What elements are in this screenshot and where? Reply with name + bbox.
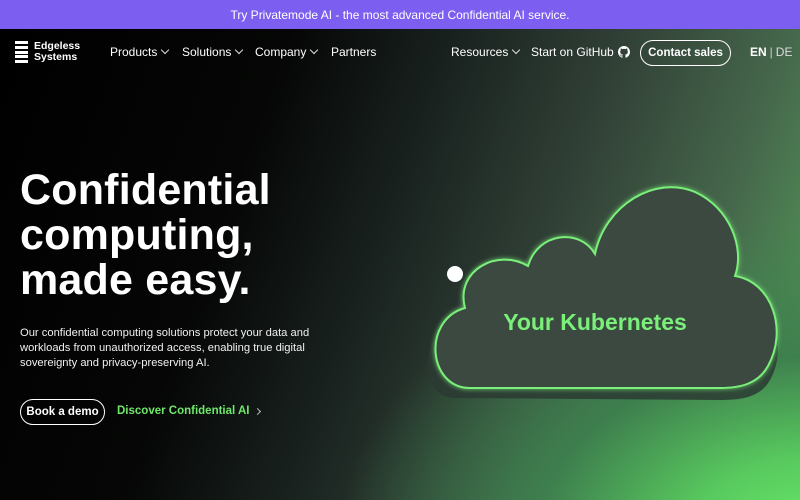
nav-resources-label: Resources <box>451 45 509 59</box>
lang-separator: | <box>769 45 773 59</box>
logo-mark-icon <box>15 41 28 63</box>
logo-text: Edgeless Systems <box>34 41 80 63</box>
hero-description: Our confidential computing solutions pro… <box>20 327 310 369</box>
headline-line-1: Confidential <box>20 166 271 214</box>
chevron-down-icon <box>310 45 319 55</box>
language-switcher: EN | DE <box>750 45 792 59</box>
top-navigation: Edgeless Systems Products Solutions Comp… <box>0 29 800 77</box>
nav-products[interactable]: Products <box>110 45 170 59</box>
nav-solutions[interactable]: Solutions <box>182 45 244 59</box>
promo-banner[interactable]: Try Privatemode AI - the most advanced C… <box>0 0 800 29</box>
cloud-label: Your Kubernetes <box>503 309 687 335</box>
lang-de[interactable]: DE <box>776 45 793 59</box>
nav-resources[interactable]: Resources <box>451 45 521 59</box>
chevron-down-icon <box>512 45 521 55</box>
logo-line-2: Systems <box>34 51 78 63</box>
lang-en[interactable]: EN <box>750 45 767 59</box>
discover-link-label: Discover Confidential AI <box>117 405 250 417</box>
chevron-down-icon <box>235 45 244 55</box>
promo-banner-text[interactable]: Try Privatemode AI - the most advanced C… <box>230 8 569 22</box>
headline-line-3: made easy. <box>20 256 251 304</box>
cloud-body <box>434 186 778 389</box>
nav-solutions-label: Solutions <box>182 45 232 59</box>
chevron-down-icon <box>161 45 170 55</box>
nav-partners[interactable]: Partners <box>331 45 376 59</box>
company-logo[interactable]: Edgeless Systems <box>15 41 80 63</box>
kubernetes-cloud-illustration <box>427 186 778 400</box>
nav-github-label: Start on GitHub <box>531 45 614 59</box>
cloud-connector-dot <box>447 266 463 282</box>
discover-confidential-ai-link[interactable]: Discover Confidential AI <box>117 405 261 417</box>
nav-github[interactable]: Start on GitHub <box>531 45 630 59</box>
book-demo-button[interactable]: Book a demo <box>20 399 105 425</box>
hero-headline: Confidential computing, made easy. <box>20 168 360 303</box>
headline-line-2: computing, <box>20 211 254 259</box>
github-icon <box>617 46 630 58</box>
nav-company-label: Company <box>255 45 307 59</box>
nav-company[interactable]: Company <box>255 45 319 59</box>
chevron-right-icon <box>253 407 261 415</box>
nav-products-label: Products <box>110 45 158 59</box>
contact-sales-button[interactable]: Contact sales <box>640 40 731 66</box>
nav-partners-label: Partners <box>331 45 377 59</box>
